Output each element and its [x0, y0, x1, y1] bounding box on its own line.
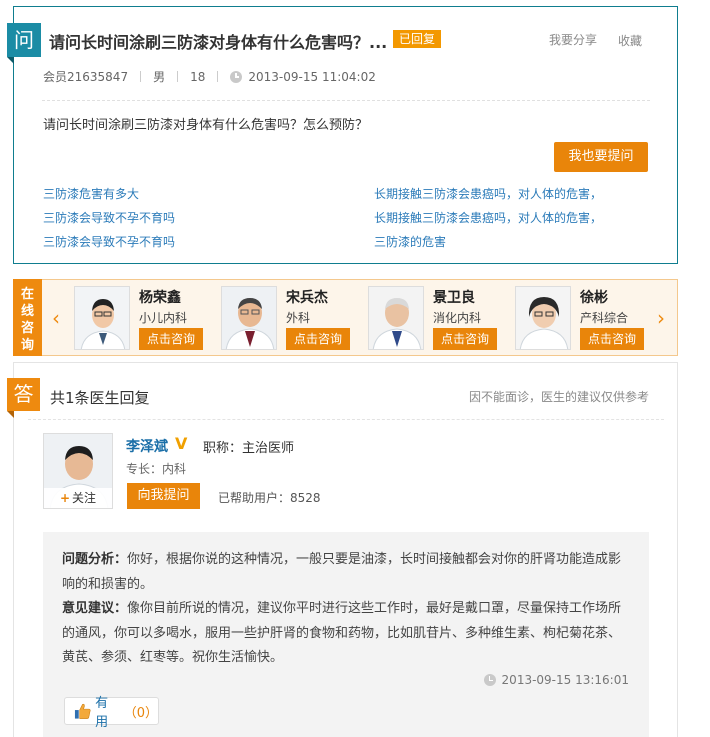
verified-icon: V — [175, 434, 188, 453]
useful-count: （0） — [123, 705, 158, 721]
doctor-photo[interactable] — [368, 286, 424, 350]
follow-button[interactable]: + 关注 — [44, 488, 112, 508]
question-title: 请问长时间涂刷三防漆对身体有什么危害吗？... — [49, 33, 388, 52]
clock-icon — [230, 70, 243, 83]
divider — [42, 100, 650, 101]
related-link[interactable]: 三防漆的危害 — [374, 233, 446, 250]
divider — [177, 71, 179, 82]
advice-text: 像你目前所说的情况，建议你平时进行这些工作时，最好是戴口罩，尽量保持工作场所的通… — [62, 601, 622, 665]
analysis-label: 问题分析： — [62, 552, 128, 567]
ask-me-button[interactable]: 向我提问 — [127, 483, 200, 509]
related-link[interactable]: 三防漆会导致不孕不育吗 — [43, 233, 175, 250]
chevron-right-icon[interactable]: › — [657, 308, 665, 328]
reply-time-text: 2013-09-15 13:16:01 — [501, 673, 629, 687]
helped-users-count: 已帮助用户：8528 — [218, 491, 321, 505]
chevron-left-icon[interactable]: ‹ — [52, 308, 60, 328]
doctor-dept: 产科综合 — [580, 311, 629, 325]
answer-count: 共1条医生回复 — [50, 389, 150, 407]
divider — [28, 419, 664, 420]
doctor-name[interactable]: 杨荣鑫 — [139, 287, 181, 307]
online-consult-strip: 在线咨询 ‹ › 杨荣鑫 小儿内科 点击咨询 宋兵杰 外科 点击咨询 景卫良 消… — [13, 279, 678, 356]
online-consult-tag: 在线咨询 — [13, 279, 42, 356]
doctor-card: 徐彬 产科综合 点击咨询 — [515, 285, 655, 351]
related-link[interactable]: 三防漆会导致不孕不育吗 — [43, 209, 175, 226]
doctor-name[interactable]: 徐彬 — [580, 287, 608, 307]
disclaimer-note: 因不能面诊，医生的建议仅供参考 — [469, 390, 650, 404]
doctor-photo[interactable] — [515, 286, 571, 350]
answer-card: 答 共1条医生回复 因不能面诊，医生的建议仅供参考 + 关注 李泽斌 V 职称：主… — [7, 362, 678, 737]
doctor-card: 杨荣鑫 小儿内科 点击咨询 — [74, 285, 214, 351]
doctor-dept: 外科 — [286, 311, 311, 325]
consult-button[interactable]: 点击咨询 — [139, 328, 203, 350]
doctor-card: 景卫良 消化内科 点击咨询 — [368, 285, 508, 351]
doctor-dept: 消化内科 — [433, 311, 482, 325]
answer-doctor-avatar[interactable]: + 关注 — [43, 433, 113, 509]
ask-question-button[interactable]: 我也要提问 — [554, 142, 648, 172]
doctor-card: 宋兵杰 外科 点击咨询 — [221, 285, 361, 351]
doctor-title: 职称：主治医师 — [203, 441, 295, 456]
related-link[interactable]: 三防漆危害有多大 — [43, 185, 139, 202]
question-time: 2013-09-15 11:04:02 — [248, 69, 376, 84]
related-link[interactable]: 长期接触三防漆会患癌吗，对人体的危害， — [374, 185, 602, 202]
consult-button[interactable]: 点击咨询 — [433, 328, 497, 350]
reply-time: 2013-09-15 13:16:01 — [483, 673, 629, 687]
thumbs-up-icon — [74, 703, 91, 719]
member-id: 会员21635847 — [43, 70, 129, 84]
answer-doctor-name[interactable]: 李泽斌 — [126, 436, 168, 456]
advice-label: 意见建议： — [62, 601, 128, 616]
question-body: 请问长时间涂刷三防漆对身体有什么危害吗？怎么预防？ — [43, 118, 369, 133]
consult-button[interactable]: 点击咨询 — [286, 328, 350, 350]
question-meta: 会员21635847 男 18 2013-09-15 11:04:02 — [43, 68, 376, 85]
doctor-photo[interactable] — [221, 286, 277, 350]
share-link[interactable]: 我要分享 — [549, 31, 597, 48]
clock-icon — [483, 674, 496, 686]
useful-label: 有用 — [95, 696, 109, 730]
doctor-name[interactable]: 宋兵杰 — [286, 287, 328, 307]
question-card: 问 请问长时间涂刷三防漆对身体有什么危害吗？... 已回复 我要分享 收藏 会员… — [7, 6, 678, 264]
useful-button[interactable]: 有用 （0） — [64, 696, 159, 730]
reply-content: 问题分析：你好，根据你说的这种情况，一般只要是油漆，长时间接触都会对你的肝肾功能… — [43, 532, 649, 737]
consult-button[interactable]: 点击咨询 — [580, 328, 644, 350]
favorite-link[interactable]: 收藏 — [618, 32, 642, 49]
doctor-photo[interactable] — [74, 286, 130, 350]
doctor-dept: 小儿内科 — [139, 311, 188, 325]
related-link[interactable]: 长期接触三防漆会患癌吗，对人体的危害， — [374, 209, 602, 226]
analysis-text: 你好，根据你说的这种情况，一般只要是油漆，长时间接触都会对你的肝肾功能造成影响的… — [62, 552, 622, 592]
plus-icon: + — [59, 491, 71, 505]
status-badge: 已回复 — [393, 30, 442, 48]
gender: 男 — [153, 70, 166, 84]
reply-text: 问题分析：你好，根据你说的这种情况，一般只要是油漆，长时间接触都会对你的肝肾功能… — [62, 548, 632, 671]
follow-label: 关注 — [72, 491, 97, 505]
doctor-specialty: 专长：内科 — [126, 462, 187, 476]
doctor-name[interactable]: 景卫良 — [433, 287, 475, 307]
answer-badge: 答 — [7, 378, 40, 418]
divider — [140, 71, 142, 82]
divider — [217, 71, 219, 82]
online-consult-label: 在线咨询 — [20, 287, 34, 353]
question-badge: 问 — [7, 23, 41, 64]
age: 18 — [190, 69, 206, 84]
